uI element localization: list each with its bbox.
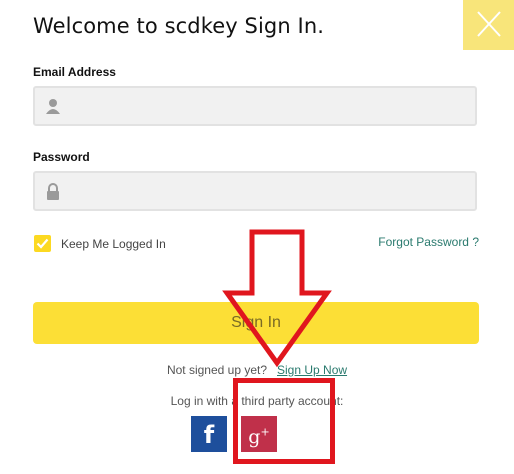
password-input[interactable]	[65, 173, 469, 211]
sign-up-link[interactable]: Sign Up Now	[277, 363, 347, 377]
password-field[interactable]	[33, 171, 477, 211]
google-plus-icon: g+	[248, 426, 270, 449]
checkmark-icon	[36, 238, 49, 249]
email-label: Email Address	[33, 65, 116, 79]
sign-in-button[interactable]: Sign In	[33, 302, 479, 344]
facebook-login-button[interactable]: f	[191, 416, 227, 452]
google-plus-login-button[interactable]: g+	[241, 416, 277, 452]
email-input[interactable]	[65, 88, 469, 126]
signup-prompt: Not signed up yet? Sign Up Now	[0, 363, 514, 377]
forgot-password-link[interactable]: Forgot Password ?	[378, 235, 479, 249]
signup-prefix: Not signed up yet?	[166, 363, 268, 377]
email-field[interactable]	[33, 86, 477, 126]
facebook-icon: f	[203, 421, 215, 449]
keep-logged-in-label: Keep Me Logged In	[61, 237, 166, 251]
keep-logged-in-checkbox[interactable]	[34, 235, 51, 252]
password-label: Password	[33, 150, 90, 164]
dialog-title: Welcome to scdkey Sign In.	[33, 14, 325, 38]
third-party-text: Log in with a third party account:	[170, 394, 344, 408]
close-icon	[477, 11, 501, 37]
lock-icon	[45, 183, 61, 206]
close-button[interactable]	[463, 0, 514, 50]
user-icon	[45, 98, 61, 119]
